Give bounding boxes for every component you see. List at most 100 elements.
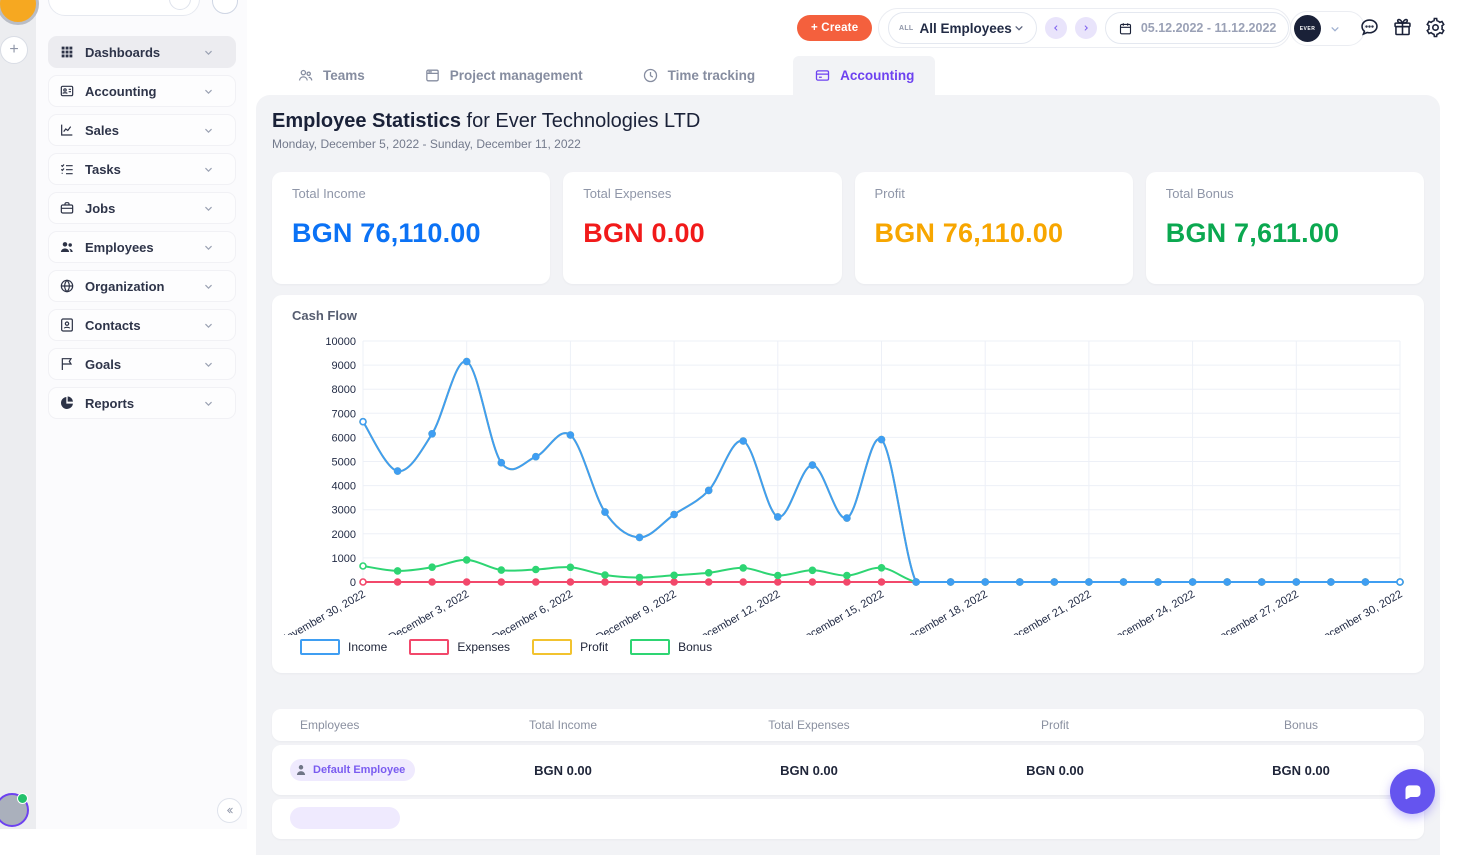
svg-text:December 27, 2022: December 27, 2022	[1211, 588, 1301, 635]
support-chat-icon[interactable]	[1359, 17, 1380, 38]
legend-label: Bonus	[678, 640, 712, 654]
table-cell: BGN 0.00	[1178, 763, 1424, 778]
chevron-left-icon	[1051, 22, 1061, 34]
stat-card-total-income: Total Income BGN 76,110.00	[272, 172, 550, 284]
sidebar-item-employees[interactable]: Employees	[48, 231, 236, 263]
table-row-partial[interactable]	[272, 799, 1424, 839]
page-title: Employee Statistics for Ever Technologie…	[272, 108, 1424, 134]
stat-value: BGN 76,110.00	[292, 218, 530, 249]
chat-bubble-icon	[1403, 782, 1423, 802]
sidebar-item-label: Sales	[85, 123, 202, 138]
main-area: + Create ALL All Employees 05.12.2022 - …	[247, 0, 1463, 829]
sidebar-item-accounting[interactable]: Accounting	[48, 75, 236, 107]
legend-swatch	[532, 639, 572, 655]
tab-label: Project management	[450, 68, 583, 83]
online-status-dot	[17, 793, 28, 804]
stat-cards: Total Income BGN 76,110.00 Total ExpensesB…	[272, 172, 1424, 284]
gift-icon[interactable]	[1392, 17, 1413, 38]
sidebar-item-goals[interactable]: Goals	[48, 348, 236, 380]
date-prev-button[interactable]	[1045, 17, 1067, 39]
dashboard-content: Employee Statistics for Ever Technologie…	[256, 95, 1440, 855]
chevron-down-icon	[202, 280, 215, 293]
svg-text:November 30, 2022: November 30, 2022	[278, 588, 368, 635]
sidebar-item-label: Contacts	[85, 318, 202, 333]
legend-swatch	[630, 639, 670, 655]
sidebar-item-tasks[interactable]: Tasks	[48, 153, 236, 185]
svg-text:December 15, 2022: December 15, 2022	[796, 588, 886, 635]
employees-table-header: EmployeesTotal IncomeTotal ExpensesProfi…	[272, 709, 1424, 741]
settings-gear-icon[interactable]	[1425, 17, 1446, 38]
legend-item-bonus[interactable]: Bonus	[630, 639, 712, 655]
svg-text:2000: 2000	[332, 529, 356, 541]
globe-icon	[59, 278, 75, 294]
chart-legend: Income Expenses Profit Bonus	[300, 639, 712, 655]
svg-text:3000: 3000	[332, 505, 356, 517]
svg-text:December 30, 2022: December 30, 2022	[1315, 588, 1405, 635]
sidebar-item-dashboards[interactable]: Dashboards	[48, 36, 236, 68]
svg-text:6000: 6000	[332, 432, 356, 444]
chevrons-left-icon	[224, 804, 235, 817]
organization-switcher[interactable]: EVER	[1290, 11, 1365, 46]
chevron-down-icon	[202, 202, 215, 215]
sidebar-item-label: Organization	[85, 279, 202, 294]
tab-label: Teams	[323, 68, 365, 83]
legend-item-income[interactable]: Income	[300, 639, 387, 655]
tab-teams[interactable]: Teams	[276, 56, 386, 95]
svg-text:8000: 8000	[332, 384, 356, 396]
filter-value: All Employees	[920, 21, 1012, 36]
table-row[interactable]: Default EmployeeBGN 0.00BGN 0.00BGN 0.00…	[272, 745, 1424, 795]
svg-text:December 18, 2022: December 18, 2022	[900, 588, 990, 635]
sidebar-item-contacts[interactable]: Contacts	[48, 309, 236, 341]
tab-time-tracking[interactable]: Time tracking	[621, 56, 777, 95]
sidebar-item-label: Accounting	[85, 84, 202, 99]
calendar-icon	[1118, 21, 1133, 36]
chart-line-icon	[59, 122, 75, 138]
sidebar-item-jobs[interactable]: Jobs	[48, 192, 236, 224]
legend-item-profit[interactable]: Profit	[532, 639, 608, 655]
sidebar-item-reports[interactable]: Reports	[48, 387, 236, 419]
topbar: + Create ALL All Employees 05.12.2022 - …	[247, 0, 1463, 56]
sidebar-top-button[interactable]	[212, 0, 238, 14]
app-logo	[0, 0, 39, 25]
svg-text:December 6, 2022: December 6, 2022	[491, 588, 575, 635]
chevron-down-icon	[202, 358, 215, 371]
employee-badge[interactable]: Default Employee	[290, 759, 415, 781]
user-avatar[interactable]	[0, 793, 29, 827]
sidebar-item-organization[interactable]: Organization	[48, 270, 236, 302]
svg-text:10000: 10000	[325, 336, 356, 348]
sidebar-item-sales[interactable]: Sales	[48, 114, 236, 146]
chevron-down-icon	[1012, 21, 1026, 35]
sidebar-search-input[interactable]	[48, 0, 200, 16]
chevron-down-icon	[202, 124, 215, 137]
stat-label: Total Income	[292, 186, 530, 201]
chat-fab-button[interactable]	[1390, 769, 1435, 814]
person-icon	[294, 763, 308, 777]
add-button[interactable]: +	[0, 36, 28, 64]
date-next-button[interactable]	[1075, 17, 1097, 39]
employees-table-body: Default EmployeeBGN 0.00BGN 0.00BGN 0.00…	[272, 745, 1424, 795]
sidebar-item-label: Tasks	[85, 162, 202, 177]
chevron-down-icon	[202, 85, 215, 98]
grid-icon	[59, 44, 75, 60]
stat-card-total-bonus: Total BonusBGN 7,611.00	[1146, 172, 1424, 284]
chevron-down-icon	[202, 241, 215, 254]
create-button[interactable]: + Create	[797, 15, 872, 41]
legend-item-expenses[interactable]: Expenses	[409, 639, 510, 655]
filter-all-badge: ALL	[899, 25, 914, 32]
tab-project-management[interactable]: Project management	[403, 56, 604, 95]
svg-text:December 9, 2022: December 9, 2022	[594, 588, 678, 635]
tab-accounting[interactable]: Accounting	[793, 56, 935, 95]
svg-text:5000: 5000	[332, 457, 356, 469]
search-icon	[169, 0, 191, 10]
sidebar-menu: Dashboards Accounting Sales Tasks Jobs Employ…	[48, 36, 236, 426]
table-header-total-expenses: Total Expenses	[686, 718, 932, 732]
employee-filter-select[interactable]: ALL All Employees	[888, 12, 1037, 44]
table-header-bonus: Bonus	[1178, 718, 1424, 732]
date-range-value: 05.12.2022 - 11.12.2022	[1141, 21, 1277, 35]
stat-card-total-expenses: Total ExpensesBGN 0.00	[563, 172, 841, 284]
sidebar-collapse-button[interactable]	[217, 798, 242, 823]
legend-label: Expenses	[457, 640, 510, 654]
sidebar-item-label: Jobs	[85, 201, 202, 216]
table-cell: BGN 0.00	[440, 763, 686, 778]
date-range-picker[interactable]: 05.12.2022 - 11.12.2022	[1105, 12, 1290, 44]
